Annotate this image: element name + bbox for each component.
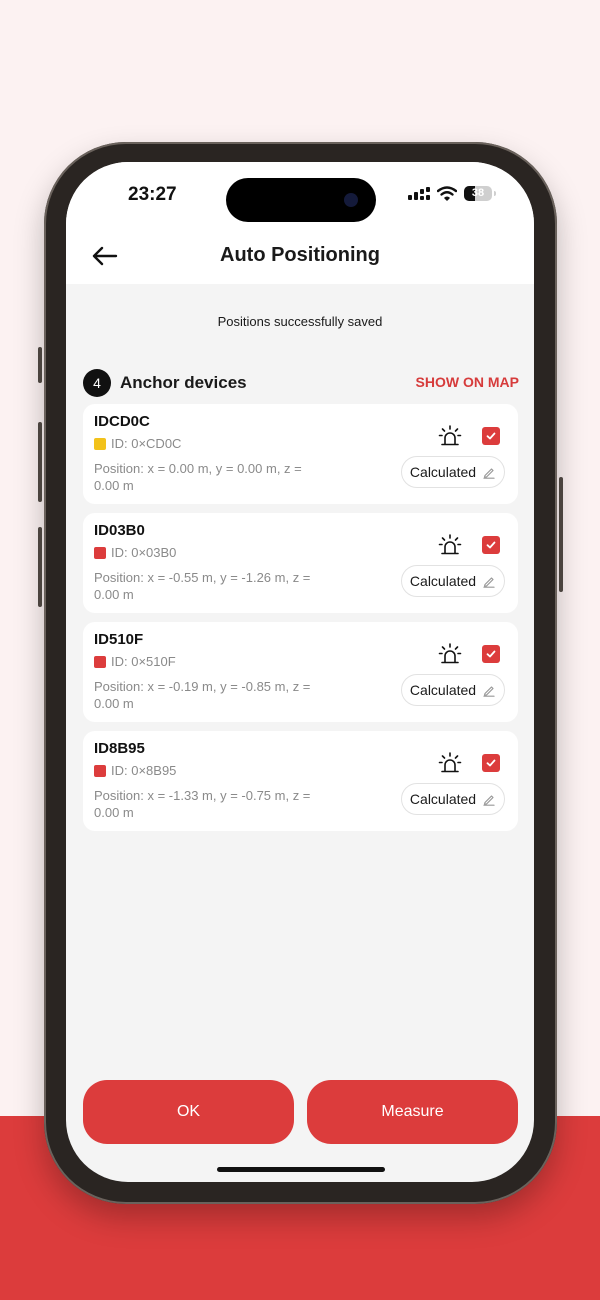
calculated-button[interactable]: Calculated — [401, 674, 505, 706]
device-card-1: IDCD0C ID: 0×CD0C Position: x = 0.00 m, … — [83, 404, 518, 504]
device-color-dot — [94, 655, 106, 668]
device-id: ID: 0×8B95 — [94, 763, 176, 778]
calculated-label: Calculated — [409, 573, 477, 589]
calculated-button[interactable]: Calculated — [401, 783, 505, 815]
pencil-icon — [483, 577, 495, 588]
checkmark-icon — [486, 432, 496, 440]
save-status-message: Positions successfully saved — [217, 314, 383, 329]
checkmark-icon — [486, 759, 496, 767]
status-icons: 38 — [408, 186, 496, 201]
alarm-light-icon[interactable] — [438, 751, 462, 775]
calculated-button[interactable]: Calculated — [401, 565, 505, 597]
device-id: ID: 0×510F — [94, 654, 176, 669]
power-button — [559, 477, 563, 592]
camera-icon — [344, 193, 358, 207]
pencil-icon — [483, 686, 495, 697]
pencil-icon — [483, 795, 495, 806]
alarm-light-icon[interactable] — [438, 533, 462, 557]
device-position: Position: x = -1.33 m, y = -0.75 m, z = … — [94, 788, 311, 820]
calculated-label: Calculated — [409, 464, 477, 480]
device-color-dot — [94, 546, 106, 559]
device-id-text: ID: 0×03B0 — [111, 545, 177, 560]
device-position: Position: x = 0.00 m, y = 0.00 m, z = 0.… — [94, 461, 302, 493]
device-id-text: ID: 0×510F — [111, 654, 176, 669]
status-time: 23:27 — [128, 184, 177, 205]
device-name: ID510F — [94, 631, 144, 648]
checkmark-icon — [486, 541, 496, 549]
volume-down-button — [38, 527, 42, 607]
device-id: ID: 0×CD0C — [94, 436, 181, 451]
pencil-icon — [483, 468, 495, 479]
device-checkbox[interactable] — [482, 754, 500, 772]
device-name: ID03B0 — [94, 522, 145, 539]
device-card-3: ID510F ID: 0×510F Position: x = -0.19 m,… — [83, 622, 518, 722]
device-id: ID: 0×03B0 — [94, 545, 176, 560]
phone-screen: Auto Positioning 23:27 38 Positions succ… — [66, 162, 534, 1182]
ok-button[interactable]: OK — [83, 1080, 294, 1144]
alarm-light-icon[interactable] — [438, 642, 462, 666]
device-card-2: ID03B0 ID: 0×03B0 Position: x = -0.55 m,… — [83, 513, 518, 613]
battery-icon: 38 — [464, 186, 496, 201]
anchor-devices-header: 4 Anchor devices SHOW ON MAP — [83, 369, 519, 397]
device-color-dot — [94, 764, 106, 777]
device-name: IDCD0C — [94, 413, 150, 430]
device-checkbox[interactable] — [482, 427, 500, 445]
show-on-map-link[interactable]: SHOW ON MAP — [416, 374, 519, 390]
device-color-dot — [94, 437, 106, 450]
device-position: Position: x = -0.55 m, y = -1.26 m, z = … — [94, 570, 311, 602]
calculated-label: Calculated — [409, 682, 477, 698]
device-checkbox[interactable] — [482, 536, 500, 554]
device-id-text: ID: 0×CD0C — [111, 436, 182, 451]
dynamic-island — [226, 178, 376, 222]
device-position: Position: x = -0.19 m, y = -0.85 m, z = … — [94, 679, 311, 711]
mute-switch — [38, 347, 42, 383]
volume-up-button — [38, 422, 42, 502]
page-title: Auto Positioning — [220, 244, 380, 266]
device-name: ID8B95 — [94, 740, 145, 757]
device-card-4: ID8B95 ID: 0×8B95 Position: x = -1.33 m,… — [83, 731, 518, 831]
alarm-light-icon[interactable] — [438, 424, 462, 448]
device-count-badge: 4 — [83, 369, 111, 397]
calculated-label: Calculated — [409, 791, 477, 807]
calculated-button[interactable]: Calculated — [401, 456, 505, 488]
wifi-icon — [437, 186, 457, 201]
measure-button[interactable]: Measure — [307, 1080, 518, 1144]
cellular-signal-icon — [408, 186, 430, 200]
device-id-text: ID: 0×8B95 — [111, 763, 177, 778]
home-indicator — [217, 1167, 385, 1172]
device-checkbox[interactable] — [482, 645, 500, 663]
battery-level: 38 — [471, 187, 485, 199]
checkmark-icon — [486, 650, 496, 658]
section-title: Anchor devices — [120, 373, 247, 392]
